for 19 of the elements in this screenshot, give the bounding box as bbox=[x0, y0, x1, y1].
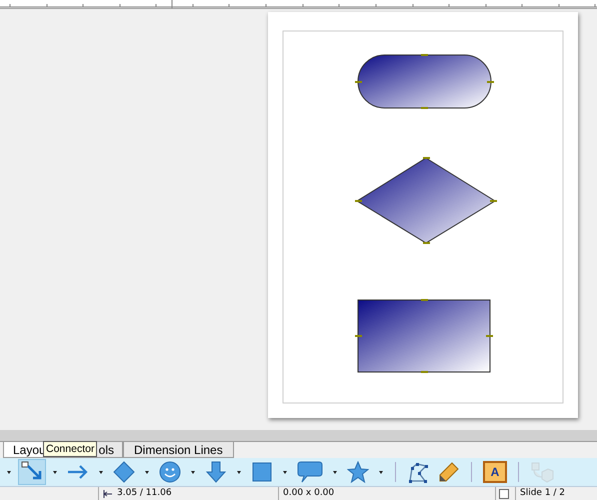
caret-icon[interactable] bbox=[7, 470, 11, 474]
connector-icon[interactable] bbox=[18, 459, 46, 485]
caret-icon[interactable] bbox=[283, 470, 287, 474]
star-icon[interactable] bbox=[344, 459, 372, 485]
document-icon bbox=[499, 488, 509, 498]
caret-icon[interactable] bbox=[99, 470, 103, 474]
caret-icon[interactable] bbox=[237, 470, 241, 474]
tooltip: Connector bbox=[43, 441, 98, 457]
caret-icon[interactable] bbox=[333, 470, 337, 474]
slide-indicator: Slide 1 / 2 bbox=[520, 487, 566, 500]
object-size: 0.00 x 0.00 bbox=[283, 487, 334, 500]
caret-icon[interactable] bbox=[145, 470, 149, 474]
position-icon bbox=[103, 490, 113, 498]
cursor-position: 3.05 / 11.06 bbox=[117, 487, 172, 500]
caret-icon[interactable] bbox=[191, 470, 195, 474]
caret-icon[interactable] bbox=[379, 470, 383, 474]
text-frame-icon[interactable]: A bbox=[480, 459, 510, 485]
caret-icon[interactable] bbox=[53, 470, 57, 474]
tab[interactable]: Dimension Lines bbox=[123, 442, 234, 458]
